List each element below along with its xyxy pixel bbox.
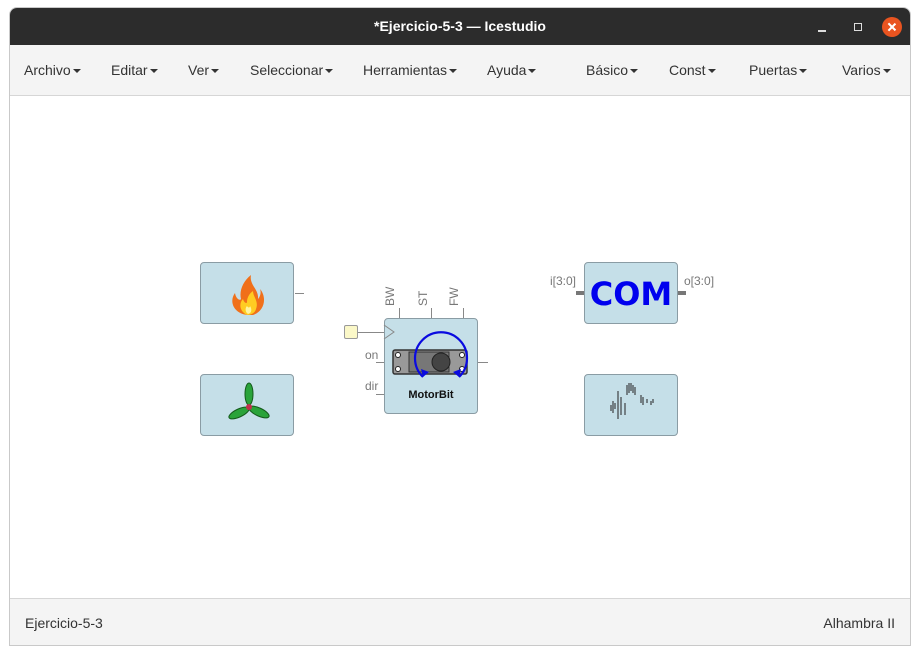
menu-ver[interactable]: Ver <box>188 62 220 78</box>
menu-label: Seleccionar <box>250 62 324 78</box>
menu-seleccionar[interactable]: Seleccionar <box>250 62 334 78</box>
com-output-port[interactable] <box>678 291 686 295</box>
clock-triangle-icon <box>383 324 395 340</box>
fire-icon <box>232 275 265 315</box>
menu-label: Herramientas <box>363 62 448 78</box>
app-window: *Ejercicio-5-3 — Icestudio Archivo Edita… <box>10 8 910 645</box>
menu-label: Const <box>669 62 706 78</box>
caret-down-icon <box>882 69 891 74</box>
menu-label: Ayuda <box>487 62 527 78</box>
clock-input-pin[interactable] <box>344 325 358 339</box>
status-bar: Ejercicio-5-3 Alhambra II <box>10 598 910 645</box>
caret-down-icon <box>630 69 639 74</box>
com-label: COM <box>589 275 673 313</box>
menu-bar: Archivo Editar Ver Seleccionar Herramien… <box>10 45 910 96</box>
com-block[interactable]: COM <box>584 262 678 324</box>
caret-down-icon <box>799 69 808 74</box>
menu-label: Básico <box>586 62 629 78</box>
port-label-on: on <box>365 348 379 362</box>
design-canvas[interactable]: MotorBit BW ST FW on dir COM i[3:0] o[3:… <box>10 96 910 598</box>
port-on[interactable] <box>376 362 384 363</box>
menu-archivo[interactable]: Archivo <box>24 62 81 78</box>
port-label-st: ST <box>416 290 430 306</box>
menu-herramientas[interactable]: Herramientas <box>363 62 458 78</box>
window-title: *Ejercicio-5-3 — Icestudio <box>374 18 546 34</box>
menu-editar[interactable]: Editar <box>111 62 158 78</box>
menu-const[interactable]: Const <box>669 62 716 78</box>
menu-ayuda[interactable]: Ayuda <box>487 62 537 78</box>
menu-varios[interactable]: Varios <box>842 62 891 78</box>
port-fw[interactable] <box>463 308 464 318</box>
fan-block[interactable] <box>200 374 294 436</box>
minimize-button[interactable] <box>812 17 832 37</box>
port-dir[interactable] <box>376 394 384 395</box>
port-label-dir: dir <box>365 379 379 393</box>
motorbit-label: MotorBit <box>408 389 454 401</box>
title-bar[interactable]: *Ejercicio-5-3 — Icestudio <box>10 8 910 45</box>
clock-wire[interactable] <box>358 332 384 333</box>
menu-label: Archivo <box>24 62 71 78</box>
motor-output-port[interactable] <box>478 362 488 363</box>
maximize-button[interactable] <box>848 17 868 37</box>
menu-label: Puertas <box>749 62 798 78</box>
board-name[interactable]: Alhambra II <box>823 615 895 631</box>
com-input-label: i[3:0] <box>550 274 577 288</box>
fan-icon <box>228 382 270 420</box>
caret-down-icon <box>325 69 334 74</box>
caret-down-icon <box>72 69 81 74</box>
project-name: Ejercicio-5-3 <box>25 615 103 631</box>
menu-label: Ver <box>188 62 210 78</box>
menu-label: Varios <box>842 62 881 78</box>
port-st[interactable] <box>431 308 432 318</box>
caret-down-icon <box>707 69 716 74</box>
signal-block[interactable] <box>584 374 678 436</box>
motorbit-block[interactable]: MotorBit <box>384 318 478 414</box>
menu-basico[interactable]: Básico <box>586 62 639 78</box>
caret-down-icon <box>149 69 158 74</box>
close-button[interactable] <box>882 17 902 37</box>
com-input-port[interactable] <box>576 291 584 295</box>
menu-label: Editar <box>111 62 148 78</box>
menu-puertas[interactable]: Puertas <box>749 62 808 78</box>
fire-block[interactable] <box>200 262 294 324</box>
port-label-fw: FW <box>447 287 461 306</box>
port-label-bw: BW <box>383 286 397 306</box>
waveform-icon <box>610 383 654 419</box>
fire-output-port[interactable] <box>295 293 304 294</box>
caret-down-icon <box>211 69 220 74</box>
caret-down-icon <box>449 69 458 74</box>
caret-down-icon <box>528 69 537 74</box>
com-output-label: o[3:0] <box>684 274 715 288</box>
port-bw[interactable] <box>399 308 400 318</box>
